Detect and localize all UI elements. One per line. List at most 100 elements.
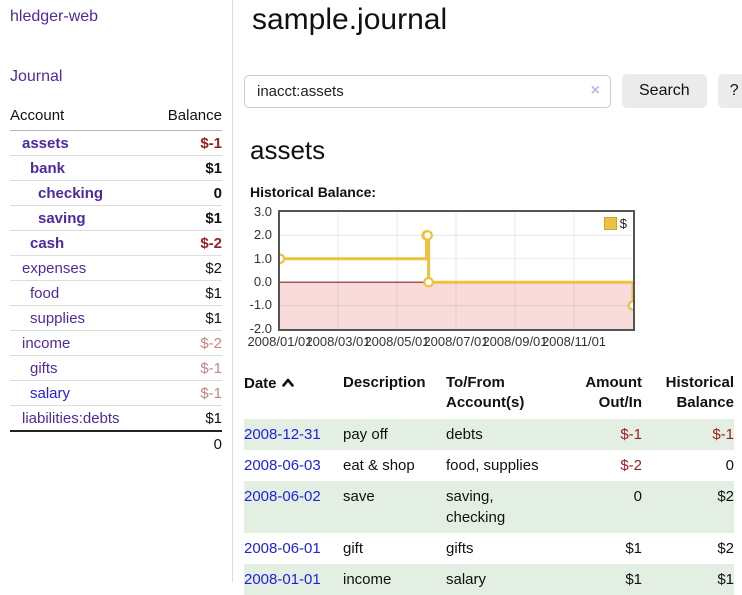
accounts-total-row: 0	[10, 431, 222, 456]
y-tick-label: 1.0	[244, 251, 272, 267]
search-button[interactable]: Search	[622, 74, 707, 108]
account-row-saving: saving $1	[10, 206, 222, 231]
transaction-date-link[interactable]: 2008-06-03	[244, 457, 321, 474]
account-link-salary[interactable]: salary	[30, 385, 70, 402]
transaction-balance: $-1	[642, 419, 734, 450]
account-balance: $1	[152, 306, 222, 331]
app-title-link[interactable]: hledger-web	[10, 8, 98, 26]
register-col-description: Description	[343, 371, 446, 419]
transaction-amount: $-2	[558, 450, 642, 481]
transaction-date-link[interactable]: 2008-06-01	[244, 540, 321, 557]
account-row-expenses: expenses $2	[10, 256, 222, 281]
transaction-row: 2008-06-03 eat & shop food, supplies $-2…	[244, 450, 734, 481]
account-row-bank: bank $1	[10, 156, 222, 181]
transaction-accounts: salary	[446, 564, 558, 595]
transaction-row: 2008-06-02 save saving, checking 0 $2	[244, 481, 734, 533]
account-link-liabilities-debts[interactable]: liabilities:debts	[22, 410, 120, 427]
account-row-cash: cash $-2	[10, 231, 222, 256]
transaction-description: eat & shop	[343, 450, 446, 481]
page-title: sample.journal	[252, 3, 742, 37]
account-row-income: income $-2	[10, 331, 222, 356]
register-col-balance: Historical Balance	[642, 371, 734, 419]
search-input[interactable]	[244, 75, 611, 108]
account-link-expenses[interactable]: expenses	[22, 260, 86, 277]
search-bar: × Search ?	[244, 74, 742, 108]
nav-journal-link[interactable]: Journal	[10, 68, 62, 85]
register-col-date-label: Date	[244, 375, 277, 392]
search-input-wrap: ×	[244, 75, 611, 108]
transaction-description: save	[343, 481, 446, 533]
chart-legend: $	[603, 216, 628, 231]
sidebar: hledger-web Journal Account Balance asse…	[0, 0, 233, 582]
account-row-supplies: supplies $1	[10, 306, 222, 331]
transaction-amount: $1	[558, 564, 642, 595]
account-balance: $1	[152, 406, 222, 432]
transaction-date-link[interactable]: 2008-12-31	[244, 426, 321, 443]
transaction-balance: 0	[642, 450, 734, 481]
account-row-checking: checking 0	[10, 181, 222, 206]
transaction-balance: $1	[642, 564, 734, 595]
transaction-accounts: gifts	[446, 533, 558, 564]
historical-balance-chart: 3.0 2.0 1.0 0.0 -1.0 -2.0	[244, 210, 738, 356]
sort-ascending-icon	[282, 373, 294, 393]
account-balance: $-2	[152, 231, 222, 256]
transaction-row: 2008-12-31 pay off debts $-1 $-1	[244, 419, 734, 450]
register-col-date[interactable]: Date	[244, 371, 343, 419]
search-help-button[interactable]: ?	[718, 74, 742, 108]
account-link-saving[interactable]: saving	[38, 210, 86, 227]
account-link-bank[interactable]: bank	[30, 160, 65, 177]
account-heading: assets	[250, 135, 742, 166]
transaction-amount: 0	[558, 481, 642, 533]
accounts-header-row: Account Balance	[10, 107, 222, 131]
account-row-food: food $1	[10, 281, 222, 306]
y-tick-label: 3.0	[244, 204, 272, 220]
account-balance: $1	[152, 156, 222, 181]
account-row-liabilities-debts: liabilities:debts $1	[10, 406, 222, 432]
account-link-cash[interactable]: cash	[30, 235, 64, 252]
account-link-assets[interactable]: assets	[22, 135, 69, 152]
accounts-total-value: 0	[152, 431, 222, 456]
hledger-web-window: hledger-web Journal Account Balance asse…	[0, 0, 742, 582]
legend-label: $	[620, 216, 627, 231]
transaction-amount: $1	[558, 533, 642, 564]
account-row-gifts: gifts $-1	[10, 356, 222, 381]
transaction-date-link[interactable]: 2008-01-01	[244, 571, 321, 588]
sidebar-nav: Journal	[10, 68, 222, 86]
transaction-description: gift	[343, 533, 446, 564]
clear-search-icon[interactable]: ×	[591, 82, 600, 100]
account-link-supplies[interactable]: supplies	[30, 310, 85, 327]
account-balance: $-1	[152, 381, 222, 406]
account-balance: $-1	[152, 131, 222, 156]
transaction-row: 2008-01-01 income salary $1 $1	[244, 564, 734, 595]
y-tick-label: 2.0	[244, 227, 272, 243]
account-balance: $1	[152, 206, 222, 231]
transaction-amount: $-1	[558, 419, 642, 450]
account-balance: $-1	[152, 356, 222, 381]
account-link-gifts[interactable]: gifts	[30, 360, 58, 377]
transaction-description: pay off	[343, 419, 446, 450]
y-tick-label: -1.0	[244, 297, 272, 313]
chart-heading: Historical Balance:	[250, 184, 742, 200]
register-col-amount: Amount Out/In	[558, 371, 642, 419]
accounts-table: Account Balance assets $-1 bank $1 check…	[10, 107, 222, 456]
account-balance: $1	[152, 281, 222, 306]
transaction-accounts: saving, checking	[446, 481, 558, 533]
transaction-date-link[interactable]: 2008-06-02	[244, 488, 321, 505]
transaction-balance: $2	[642, 481, 734, 533]
legend-swatch-icon	[604, 217, 617, 230]
register-header-row: Date Description To/From Account(s) Amou…	[244, 371, 734, 419]
account-link-checking[interactable]: checking	[38, 185, 103, 202]
y-tick-label: 0.0	[244, 274, 272, 290]
register-col-accounts: To/From Account(s)	[446, 371, 558, 419]
account-row-assets: assets $-1	[10, 131, 222, 156]
account-row-salary: salary $-1	[10, 381, 222, 406]
account-balance: 0	[152, 181, 222, 206]
chart-plot-area: $	[278, 210, 635, 331]
accounts-col-balance: Balance	[152, 107, 222, 131]
register-table: Date Description To/From Account(s) Amou…	[244, 371, 734, 595]
account-link-food[interactable]: food	[30, 285, 59, 302]
account-balance: $-2	[152, 331, 222, 356]
transaction-accounts: food, supplies	[446, 450, 558, 481]
account-link-income[interactable]: income	[22, 335, 70, 352]
transaction-accounts: debts	[446, 419, 558, 450]
